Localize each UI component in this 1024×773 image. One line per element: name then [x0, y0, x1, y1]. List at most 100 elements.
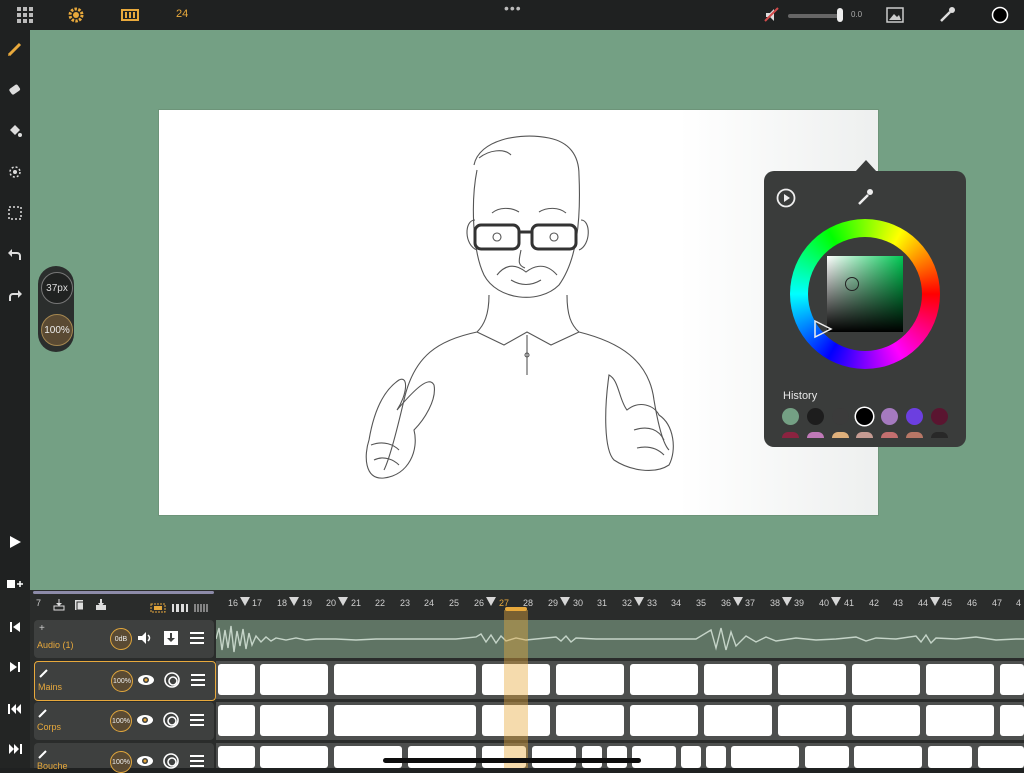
keyframe-marker[interactable]	[733, 597, 743, 606]
keyframe-marker[interactable]	[930, 597, 940, 606]
frame-cell[interactable]	[805, 746, 849, 768]
mains-frames-track[interactable]	[216, 661, 1024, 699]
mute-icon[interactable]	[762, 5, 782, 25]
frame-number[interactable]: 16	[228, 598, 238, 608]
frame-number[interactable]: 42	[869, 598, 879, 608]
image-icon[interactable]	[885, 5, 905, 25]
frame-cell[interactable]	[854, 746, 922, 768]
frame-cell[interactable]	[334, 746, 402, 768]
frame-cell[interactable]	[731, 746, 799, 768]
frame-size-icon[interactable]	[150, 600, 166, 618]
frame-cell[interactable]	[681, 746, 701, 768]
frame-number[interactable]: 31	[597, 598, 607, 608]
frame-cell[interactable]	[260, 664, 328, 695]
history-swatch[interactable]	[906, 432, 923, 438]
brush-size[interactable]: 37px	[41, 272, 73, 304]
layer-mains[interactable]: Mains 100%	[34, 661, 216, 701]
insert-frame-icon[interactable]	[52, 598, 66, 616]
frame-number[interactable]: 47	[992, 598, 1002, 608]
history-swatch-selected[interactable]	[856, 408, 873, 425]
redo-icon[interactable]	[5, 286, 25, 306]
layer-opacity[interactable]: 100%	[110, 710, 132, 732]
fill-icon[interactable]	[5, 120, 25, 140]
volume-knob[interactable]	[837, 8, 843, 22]
history-swatch[interactable]	[782, 408, 799, 425]
frame-cell[interactable]	[778, 664, 846, 695]
frame-number[interactable]: 23	[400, 598, 410, 608]
frame-cell[interactable]	[556, 664, 624, 695]
frame-cell[interactable]	[582, 746, 602, 768]
select-icon[interactable]	[5, 203, 25, 223]
frame-number[interactable]: 22	[375, 598, 385, 608]
corps-frames-track[interactable]	[216, 702, 1024, 740]
layer-audio[interactable]: + Audio (1) 0dB	[34, 620, 214, 658]
history-swatch[interactable]	[881, 432, 898, 438]
audio-waveform-track[interactable]	[215, 620, 1024, 658]
frame-number[interactable]: 25	[449, 598, 459, 608]
history-swatch[interactable]	[881, 408, 898, 425]
fps-label[interactable]: 24	[176, 8, 188, 20]
history-swatch[interactable]	[832, 432, 849, 438]
frame-cell[interactable]	[1000, 664, 1024, 695]
play-icon[interactable]	[5, 532, 25, 552]
home-indicator[interactable]	[383, 758, 641, 763]
frame-cell[interactable]	[632, 746, 676, 768]
eye-icon[interactable]	[137, 671, 155, 689]
onion-skin-icon[interactable]	[162, 752, 180, 770]
keyframe-marker[interactable]	[486, 597, 496, 606]
frame-cell[interactable]	[852, 664, 920, 695]
frame-cell[interactable]	[778, 705, 846, 736]
grid-icon[interactable]	[15, 5, 35, 25]
frame-cell[interactable]	[926, 664, 994, 695]
frame-number[interactable]: 4	[1016, 598, 1021, 608]
history-swatch[interactable]	[832, 408, 849, 425]
download-icon[interactable]	[162, 629, 180, 647]
layer-corps[interactable]: Corps 100%	[34, 702, 214, 740]
frame-cell[interactable]	[334, 705, 476, 736]
audio-level[interactable]: 0dB	[110, 628, 132, 650]
import-icon[interactable]	[95, 598, 107, 616]
history-swatch[interactable]	[807, 432, 824, 438]
frame-cell[interactable]	[978, 746, 1024, 768]
frame-number[interactable]: 38	[770, 598, 780, 608]
frame-number[interactable]: 34	[671, 598, 681, 608]
frame-cell[interactable]	[630, 705, 698, 736]
frame-number[interactable]: 46	[967, 598, 977, 608]
frame-cell[interactable]	[704, 705, 772, 736]
undo-icon[interactable]	[5, 245, 25, 265]
keyframe-marker[interactable]	[782, 597, 792, 606]
frame-number[interactable]: 36	[721, 598, 731, 608]
menu-icon[interactable]	[188, 752, 206, 770]
frame-cell[interactable]	[260, 746, 328, 768]
history-swatch[interactable]	[931, 408, 948, 425]
pencil-icon[interactable]	[5, 39, 25, 59]
frame-cell[interactable]	[260, 705, 328, 736]
frame-number[interactable]: 39	[794, 598, 804, 608]
frame-cell[interactable]	[556, 705, 624, 736]
frame-number[interactable]: 45	[942, 598, 952, 608]
frame-number[interactable]: 33	[647, 598, 657, 608]
fast-forward-icon[interactable]	[8, 742, 22, 760]
frame-number[interactable]: 41	[844, 598, 854, 608]
frame-number[interactable]: 26	[474, 598, 484, 608]
timeline-scroll-track[interactable]	[33, 591, 214, 594]
frame-cell[interactable]	[852, 705, 920, 736]
frame-cell[interactable]	[408, 746, 476, 768]
playhead[interactable]	[504, 610, 528, 768]
frame-cell[interactable]	[1000, 705, 1024, 736]
more-dots-icon[interactable]: •••	[504, 0, 522, 16]
keyframe-marker[interactable]	[560, 597, 570, 606]
bouche-frames-track[interactable]	[216, 743, 1024, 768]
eye-icon[interactable]	[136, 752, 154, 770]
frame-number[interactable]: 32	[622, 598, 632, 608]
eyedropper-icon[interactable]	[856, 187, 874, 212]
frame-cell[interactable]	[630, 664, 698, 695]
compact-frames-icon[interactable]	[172, 600, 188, 618]
frame-cell[interactable]	[218, 746, 255, 768]
frame-number[interactable]: 17	[252, 598, 262, 608]
frame-number[interactable]: 30	[573, 598, 583, 608]
frame-number[interactable]: 18	[277, 598, 287, 608]
menu-icon[interactable]	[188, 711, 206, 729]
frame-number[interactable]: 20	[326, 598, 336, 608]
history-swatch[interactable]	[931, 432, 948, 438]
